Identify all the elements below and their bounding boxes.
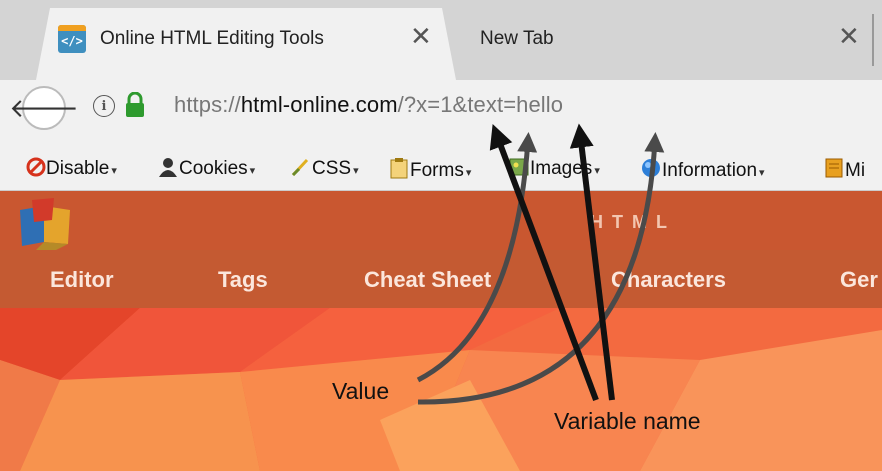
variable-arrow-to-x [489, 124, 599, 402]
value-arrow-to-text [417, 132, 665, 405]
browser-window: </> Online HTML Editing Tools ✕ New Tab … [0, 0, 882, 471]
variable-arrow-to-text [569, 123, 615, 401]
annotation-arrows [416, 123, 665, 405]
